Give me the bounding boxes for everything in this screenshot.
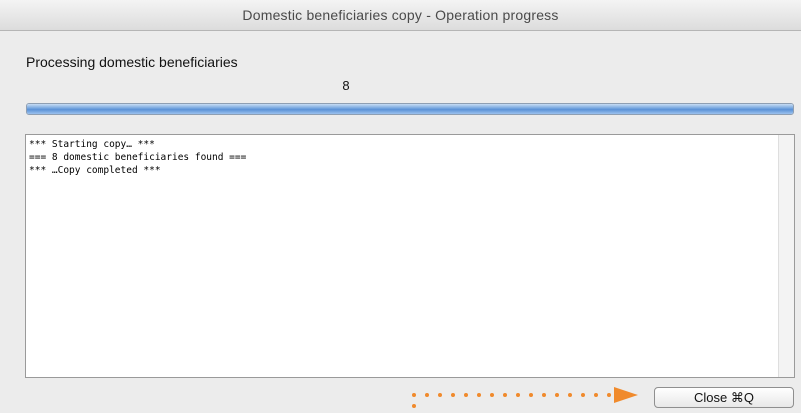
log-line: *** Starting copy… *** (29, 139, 155, 150)
log-scrollbar[interactable] (778, 135, 794, 377)
progress-window: Domestic beneficiaries copy - Operation … (0, 0, 801, 413)
annotation-dot (529, 393, 533, 397)
annotation-dot (490, 393, 494, 397)
annotation-dot (594, 393, 598, 397)
window-title: Domestic beneficiaries copy - Operation … (242, 7, 559, 23)
annotation-dot (581, 393, 585, 397)
annotation-dot (477, 393, 481, 397)
title-bar[interactable]: Domestic beneficiaries copy - Operation … (0, 0, 801, 31)
annotation-dot (412, 404, 416, 408)
log-output[interactable]: *** Starting copy… *** === 8 domestic be… (25, 134, 795, 378)
annotation-dot (412, 393, 416, 397)
annotation-dot (464, 393, 468, 397)
close-button[interactable]: Close ⌘Q (654, 387, 794, 408)
annotation-dotted-line (412, 393, 622, 397)
log-lines: *** Starting copy… *** === 8 domestic be… (29, 138, 774, 177)
annotation-arrow-icon (614, 387, 638, 403)
log-line: *** …Copy completed *** (29, 165, 161, 176)
processed-count: 8 (342, 78, 350, 93)
annotation-dot (607, 393, 611, 397)
annotation-dot (451, 393, 455, 397)
status-label: Processing domestic beneficiaries (26, 54, 238, 70)
annotation-dot (438, 393, 442, 397)
annotation-dot (516, 393, 520, 397)
annotation-dot (503, 393, 507, 397)
annotation-dot (568, 393, 572, 397)
annotation-dot (555, 393, 559, 397)
annotation-dot (425, 393, 429, 397)
progress-bar (26, 103, 794, 115)
annotation-dot (542, 393, 546, 397)
progress-bar-fill (27, 104, 793, 114)
log-line: === 8 domestic beneficiaries found === (29, 152, 247, 163)
